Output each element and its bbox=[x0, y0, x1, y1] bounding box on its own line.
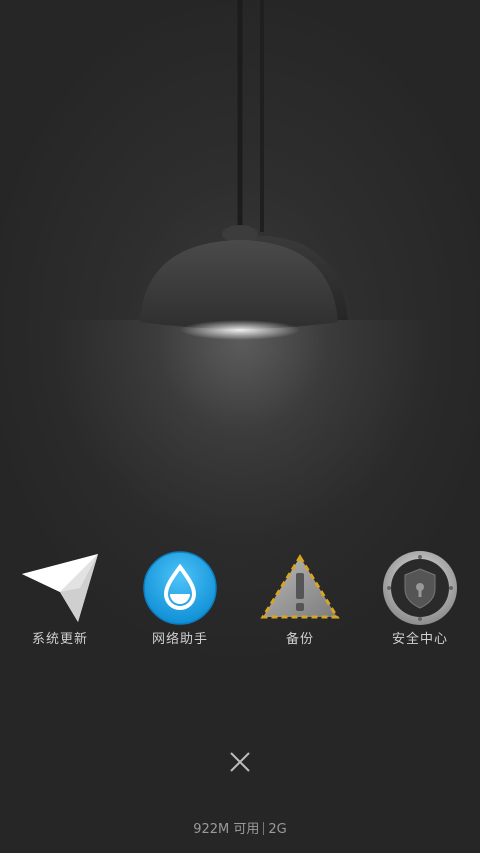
memory-info: 922M 可用 2G bbox=[0, 818, 480, 837]
app-network-assistant[interactable]: 网络助手 bbox=[130, 548, 230, 658]
app-security-center[interactable]: 安全中心 bbox=[370, 548, 470, 658]
lamp-illustration bbox=[140, 0, 348, 340]
memory-total: 2G bbox=[268, 822, 287, 837]
app-label: 安全中心 bbox=[391, 632, 448, 647]
memory-separator bbox=[263, 822, 265, 835]
memory-available: 922M 可用 bbox=[193, 822, 260, 837]
shield-lock-icon bbox=[383, 551, 457, 625]
close-icon bbox=[230, 752, 250, 772]
paper-plane-icon bbox=[22, 554, 98, 622]
app-backup[interactable]: 备份 bbox=[250, 548, 350, 658]
app-system-update[interactable]: 系统更新 bbox=[10, 548, 110, 658]
app-label: 系统更新 bbox=[31, 632, 88, 647]
recent-apps-screen: 系统更新 网络助手 备份 安全中心 922M 可用 2G bbox=[0, 0, 480, 853]
app-label: 备份 bbox=[285, 632, 314, 647]
close-all-button[interactable] bbox=[220, 742, 260, 782]
water-drop-icon bbox=[143, 551, 217, 625]
app-label: 网络助手 bbox=[151, 632, 208, 647]
warning-triangle-icon bbox=[260, 554, 340, 619]
